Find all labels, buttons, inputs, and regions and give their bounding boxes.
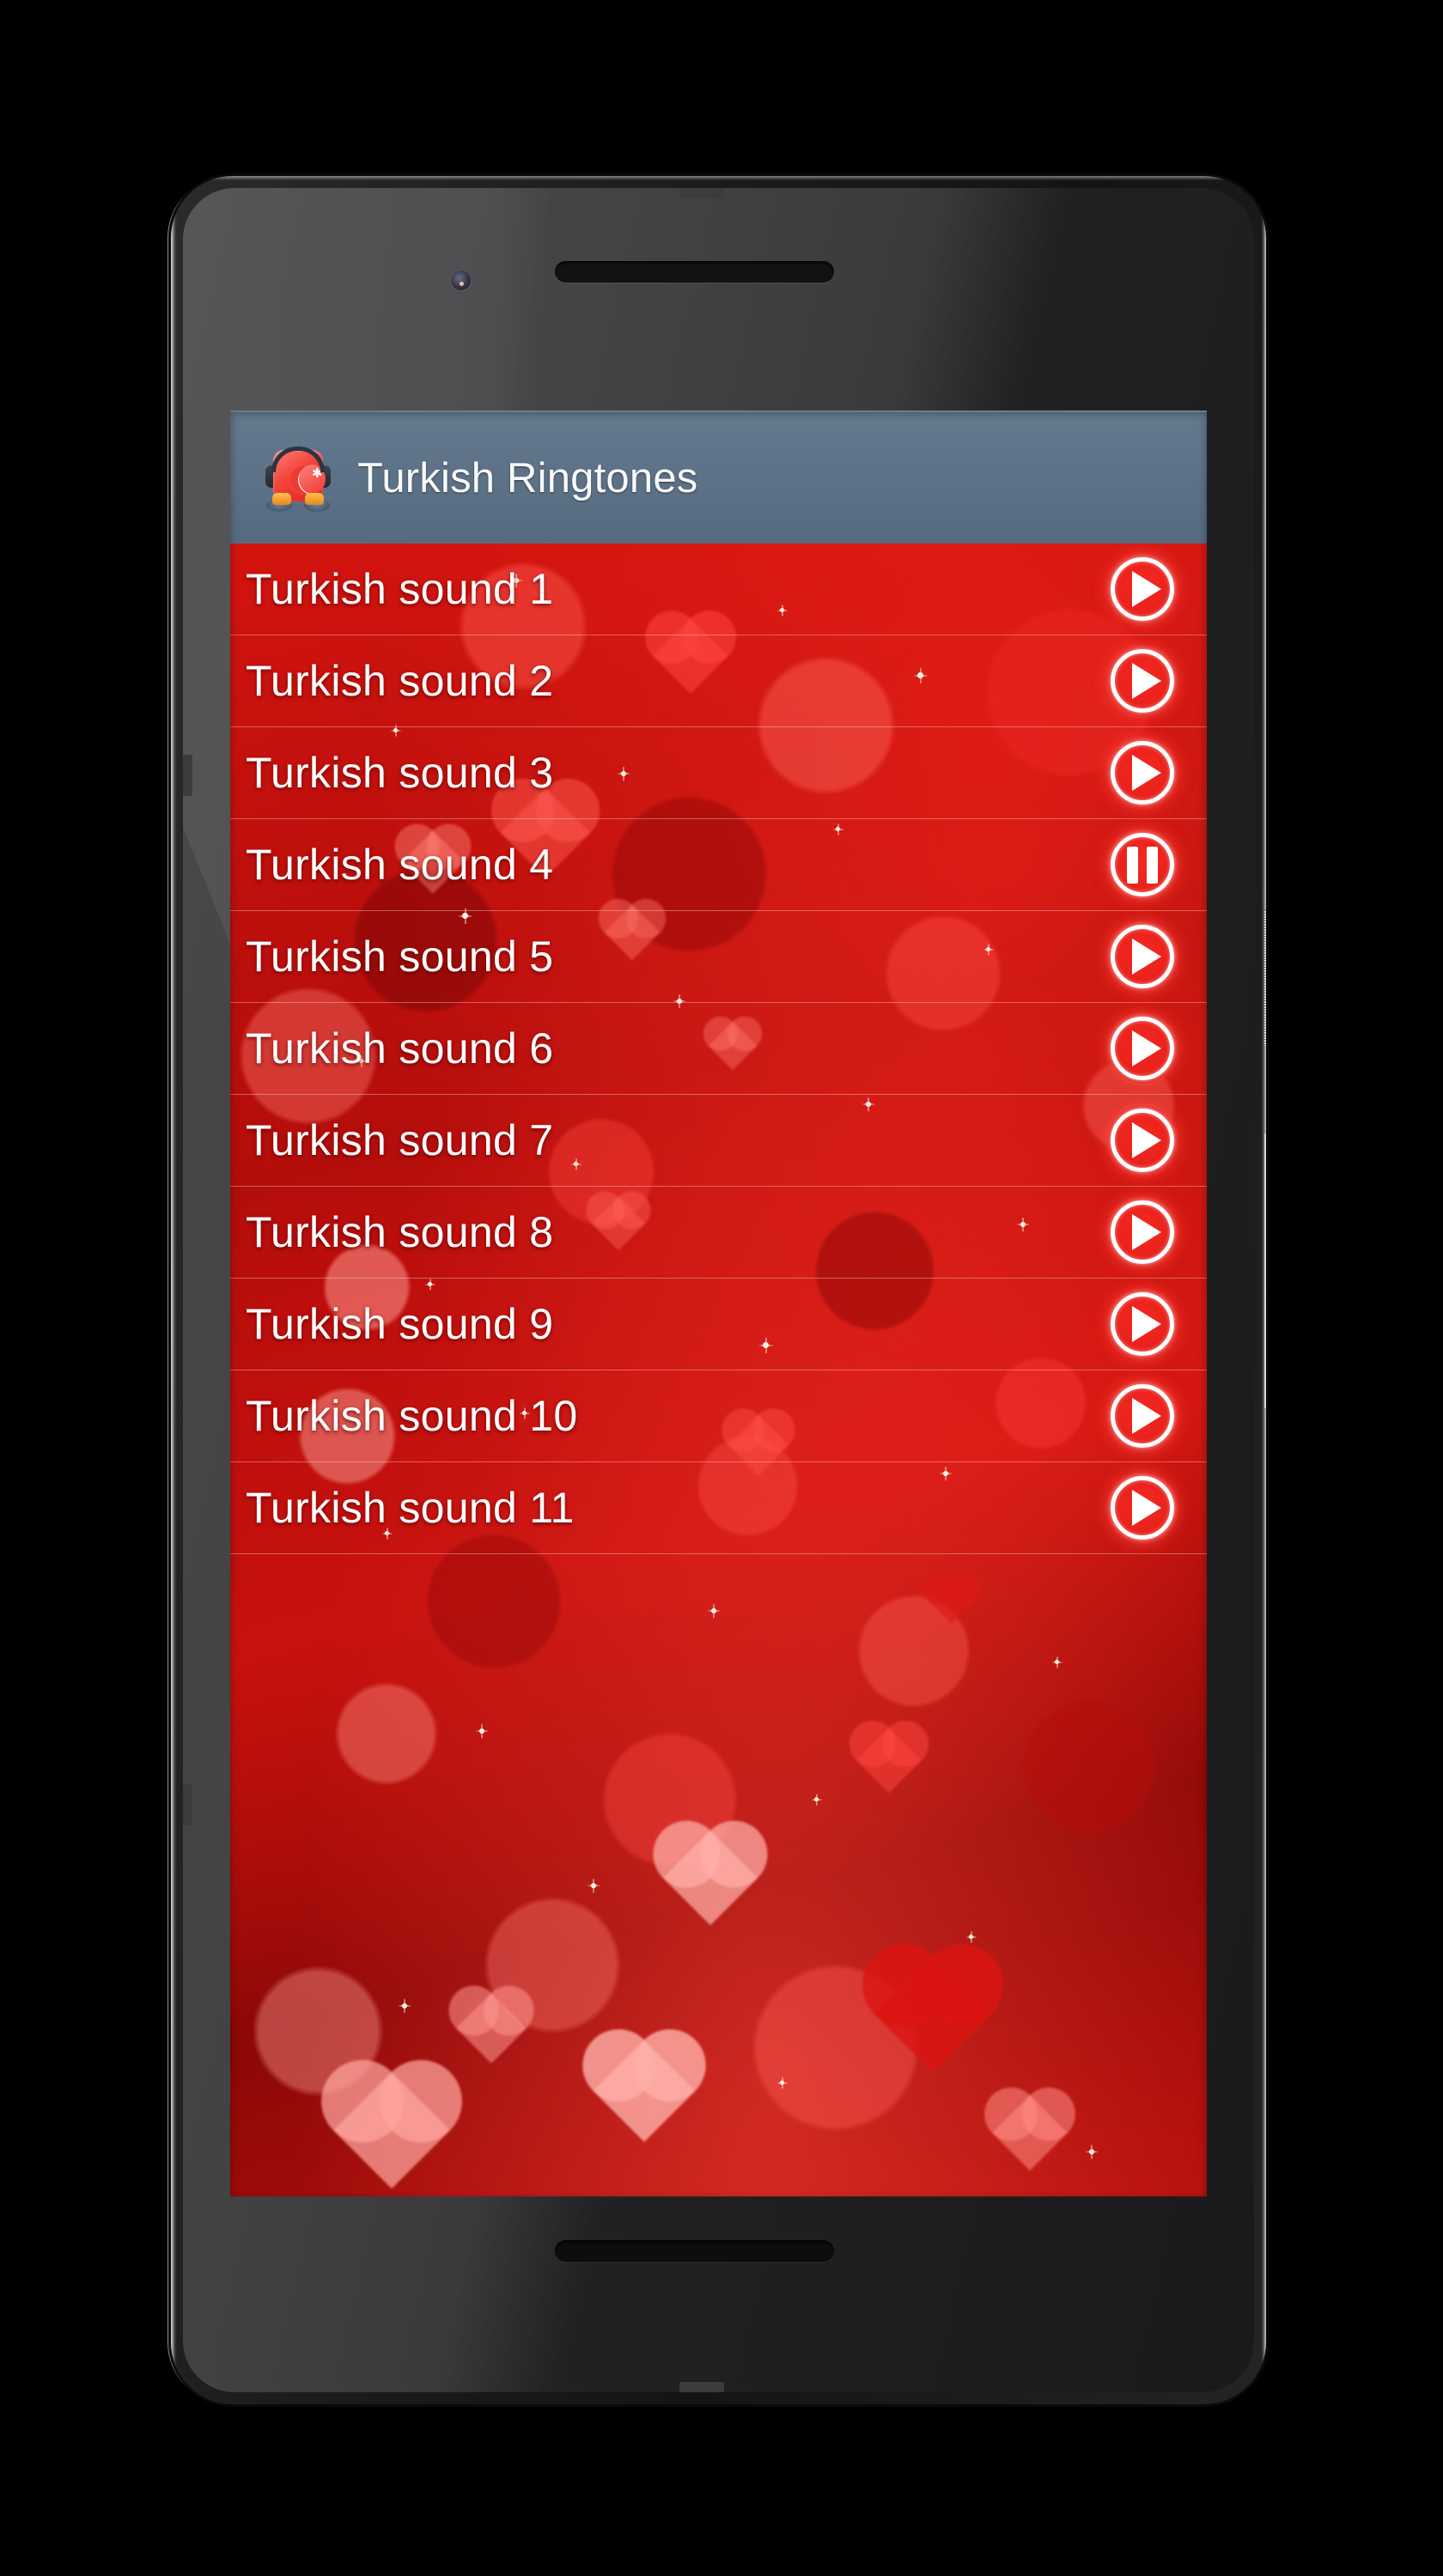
play-icon [1131,1122,1161,1158]
heart-decoration [333,2072,450,2189]
play-button[interactable] [1107,1013,1178,1084]
play-icon [1131,1490,1161,1526]
icon-hand-left [272,492,291,505]
power-button[interactable] [1264,910,1266,1046]
heart-decoration [455,1992,527,2064]
ringtone-label: Turkish sound 2 [246,657,554,705]
phone-screen: ✱ Turkish Ringtones Turkish sound 1 Turk… [230,410,1207,2196]
antenna-band-bottom [679,2382,724,2392]
play-button[interactable] [1107,1289,1178,1359]
play-button[interactable] [1107,554,1178,624]
ringtone-label: Turkish sound 1 [246,565,554,613]
ringtone-row[interactable]: Turkish sound 9 [230,1279,1207,1370]
play-button[interactable] [1107,646,1178,716]
play-icon [1131,1030,1161,1066]
ringtone-label: Turkish sound 4 [246,841,554,889]
device-rim-top [171,176,1266,180]
ringtone-list: Turkish sound 1 Turkish sound 2 Turkish so… [230,544,1207,2196]
ringtone-row[interactable]: Turkish sound 11 [230,1462,1207,1554]
ringtone-rows: Turkish sound 1 Turkish sound 2 Turkish so… [230,544,1207,1554]
antenna-band-top [679,188,724,198]
play-button[interactable] [1107,1105,1178,1176]
ringtone-label: Turkish sound 11 [246,1484,575,1532]
ringtone-row[interactable]: Turkish sound 1 [230,544,1207,635]
play-icon [1131,1214,1161,1250]
ringtone-label: Turkish sound 9 [246,1300,554,1348]
icon-hand-right [305,492,324,505]
sparkle-decoration [1089,2149,1094,2154]
earpiece-speaker-icon [555,261,834,283]
ringtone-row[interactable]: Turkish sound 7 [230,1095,1207,1187]
play-icon [1131,1398,1161,1434]
ringtone-row[interactable]: Turkish sound 8 [230,1187,1207,1279]
antenna-band-left-upper [183,755,192,796]
ringtone-row[interactable]: Turkish sound 5 [230,911,1207,1003]
play-button[interactable] [1107,921,1178,992]
ringtone-label: Turkish sound 3 [246,749,554,797]
pause-icon [1127,846,1158,884]
heart-decoration [593,2039,696,2142]
bottom-speaker-icon [555,2240,834,2262]
heart-decoration [855,1727,922,1794]
app-title: Turkish Ringtones [357,454,698,501]
heart-decoration [874,1956,991,2073]
ringtone-label: Turkish sound 8 [246,1208,554,1256]
ringtone-row[interactable]: Turkish sound 2 [230,635,1207,727]
sparkle-decoration [711,1608,716,1613]
play-icon [1131,1306,1161,1342]
play-button[interactable] [1107,1381,1178,1451]
play-button[interactable] [1107,738,1178,808]
ringtone-label: Turkish sound 7 [246,1116,554,1164]
play-button[interactable] [1107,1197,1178,1267]
sparkle-decoration [969,1935,973,1939]
turkish-flag-headphones-icon: ✱ [265,445,332,512]
ringtone-row[interactable]: Turkish sound 6 [230,1003,1207,1095]
ringtone-label: Turkish sound 10 [246,1392,578,1440]
heart-decoration [992,2095,1068,2171]
play-icon [1131,663,1161,699]
play-button[interactable] [1107,1473,1178,1543]
heart-decoration [662,1830,758,1926]
front-camera-icon [451,270,471,290]
sparkle-decoration [591,1883,596,1888]
play-icon [1131,571,1161,607]
ringtone-row[interactable]: Turkish sound 4 [230,819,1207,911]
camera-glint [460,282,464,286]
volume-rocker[interactable] [1264,1133,1266,1408]
ringtone-row[interactable]: Turkish sound 10 [230,1370,1207,1462]
play-icon [1131,755,1161,791]
sparkle-decoration [814,1797,819,1801]
sparkle-decoration [780,2081,784,2085]
device-faceplate: ✱ Turkish Ringtones Turkish sound 1 Turk… [183,188,1254,2392]
sparkle-decoration [479,1728,484,1734]
antenna-band-left-lower [183,1784,192,1826]
heart-decoration [927,1575,977,1625]
ringtone-label: Turkish sound 6 [246,1024,554,1072]
play-icon [1131,939,1161,975]
ringtone-label: Turkish sound 5 [246,933,554,981]
sparkle-decoration [1055,1660,1059,1664]
ringtone-row[interactable]: Turkish sound 3 [230,727,1207,819]
smartphone-device: ✱ Turkish Ringtones Turkish sound 1 Turk… [171,176,1266,2404]
sparkle-decoration [402,2003,407,2008]
pause-button[interactable] [1107,829,1178,900]
app-action-bar: ✱ Turkish Ringtones [230,410,1207,544]
device-rim-left [171,176,177,2404]
